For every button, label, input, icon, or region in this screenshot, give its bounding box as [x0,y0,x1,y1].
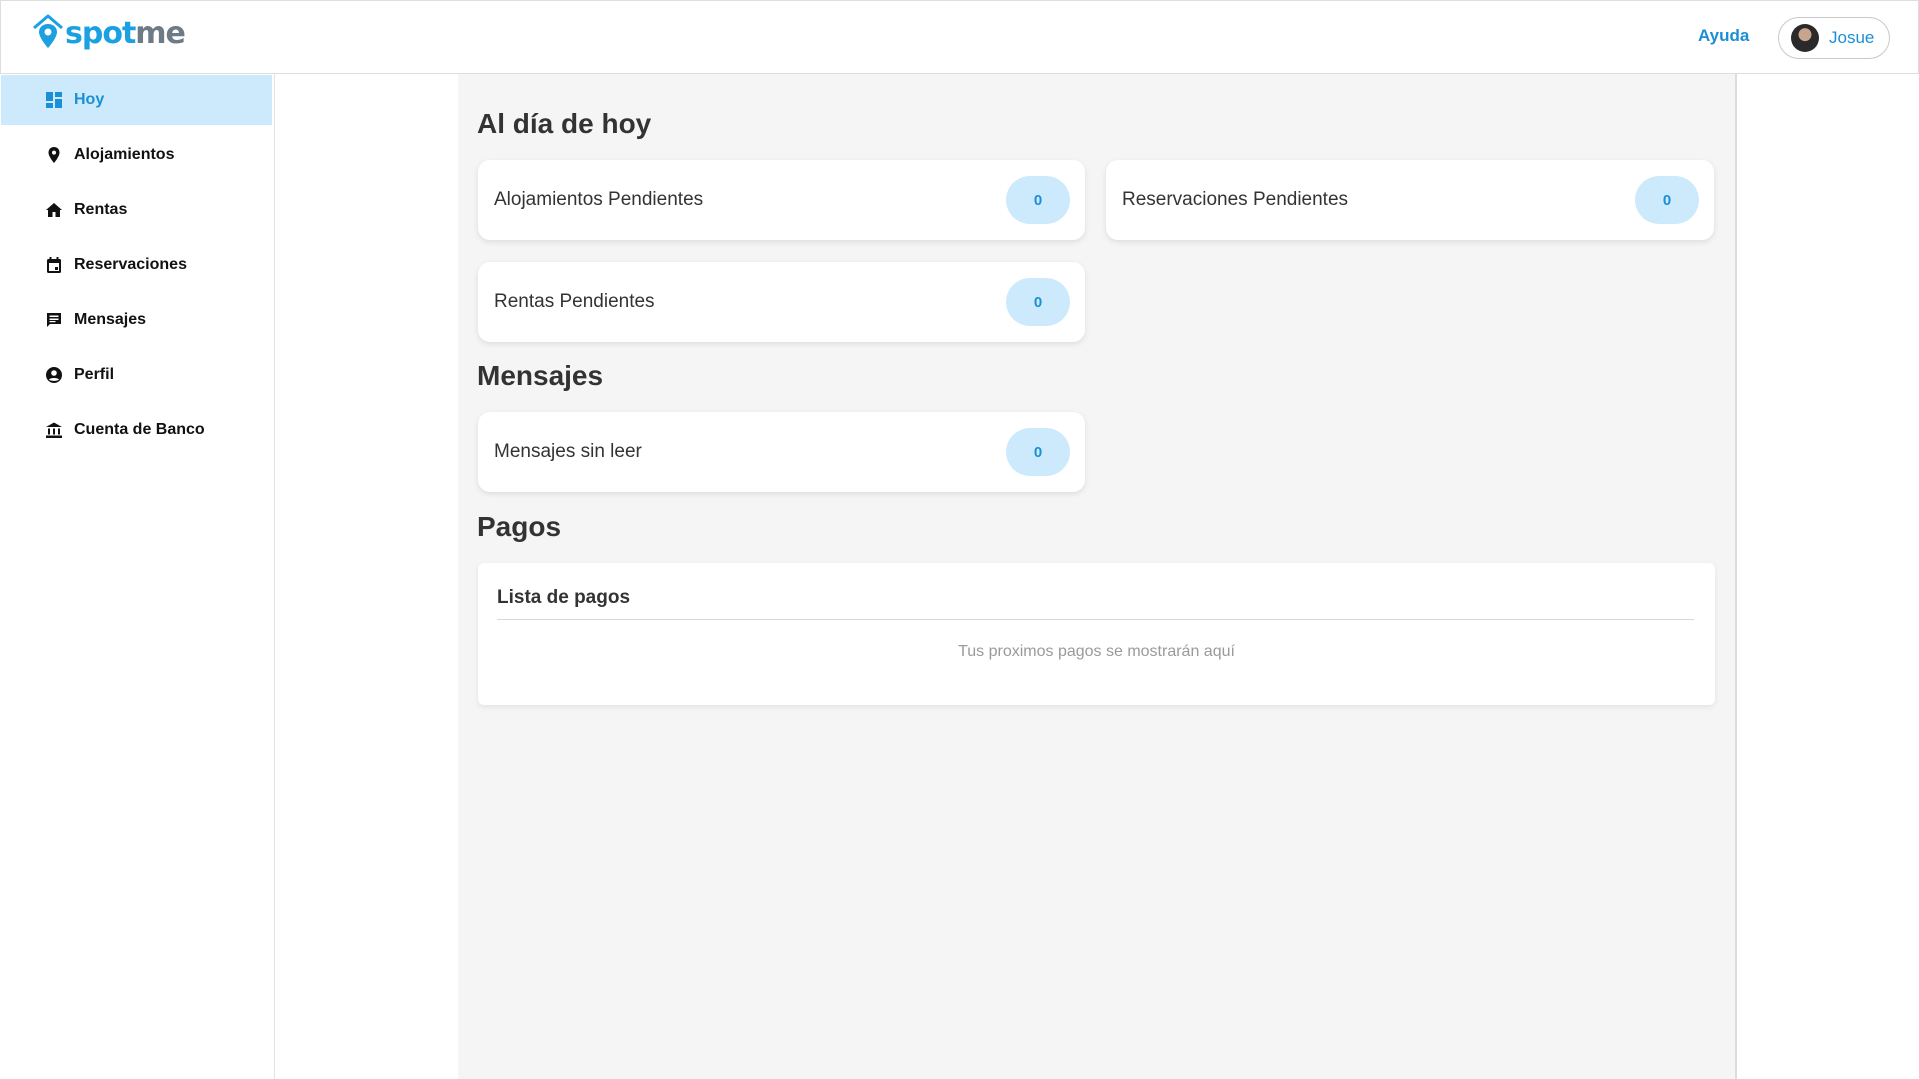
card-alojamientos-pendientes[interactable]: Alojamientos Pendientes 0 [478,160,1085,240]
sidebar: Hoy Alojamientos Rentas Reservaciones Me… [0,74,275,1079]
card-rentas-pendientes[interactable]: Rentas Pendientes 0 [478,262,1085,342]
count-badge: 0 [1006,278,1070,326]
count-badge: 0 [1006,176,1070,224]
payments-list-card: Lista de pagos Tus proximos pagos se mos… [478,563,1715,705]
sidebar-item-label: Perfil [74,366,115,383]
sidebar-item-mensajes[interactable]: Mensajes [1,295,272,345]
top-header: spotme Ayuda Josue [0,0,1919,74]
logo-text: spotme [65,15,186,53]
sidebar-item-alojamientos[interactable]: Alojamientos [1,130,272,180]
sidebar-item-cuenta-de-banco[interactable]: Cuenta de Banco [1,405,272,455]
spotme-logo[interactable]: spotme [31,13,186,53]
message-icon [47,313,61,327]
sidebar-item-rentas[interactable]: Rentas [1,185,272,235]
sidebar-item-label: Alojamientos [74,146,175,163]
sidebar-item-reservaciones[interactable]: Reservaciones [1,240,272,290]
sidebar-item-perfil[interactable]: Perfil [1,350,272,400]
logo-spot: spot [65,16,136,51]
location-pin-icon [48,147,60,163]
sidebar-item-label: Mensajes [74,311,147,328]
main-content-border [1735,74,1737,1079]
location-pin-logo-icon [33,14,63,48]
logo-me: me [135,16,186,51]
account-circle-icon [46,367,62,383]
sidebar-item-label: Cuenta de Banco [74,421,205,438]
dashboard-icon [46,92,62,108]
sidebar-item-label: Reservaciones [74,256,187,273]
section-title-messages: Mensajes [477,360,604,391]
avatar [1791,24,1819,52]
calendar-icon [47,257,61,273]
user-name: Josue [1829,28,1875,47]
house-icon [46,203,62,217]
user-menu-button[interactable]: Josue [1778,17,1890,59]
sidebar-item-label: Hoy [74,91,105,108]
payments-empty-message: Tus proximos pagos se mostrarán aquí [958,643,1235,660]
section-title-today: Al día de hoy [477,108,652,139]
payments-list-title: Lista de pagos [497,587,631,608]
sidebar-item-label: Rentas [74,201,128,218]
section-title-payments: Pagos [477,511,562,542]
count-badge: 0 [1006,428,1070,476]
help-link[interactable]: Ayuda [1698,26,1749,46]
card-mensajes-sin-leer[interactable]: Mensajes sin leer 0 [478,412,1085,492]
bank-icon [46,422,62,438]
card-label: Alojamientos Pendientes [494,189,704,210]
card-label: Mensajes sin leer [494,441,642,462]
card-label: Reservaciones Pendientes [1122,189,1349,210]
divider [497,619,1694,620]
card-reservaciones-pendientes[interactable]: Reservaciones Pendientes 0 [1106,160,1714,240]
count-badge: 0 [1635,176,1699,224]
sidebar-item-hoy[interactable]: Hoy [1,75,272,125]
card-label: Rentas Pendientes [494,291,655,312]
